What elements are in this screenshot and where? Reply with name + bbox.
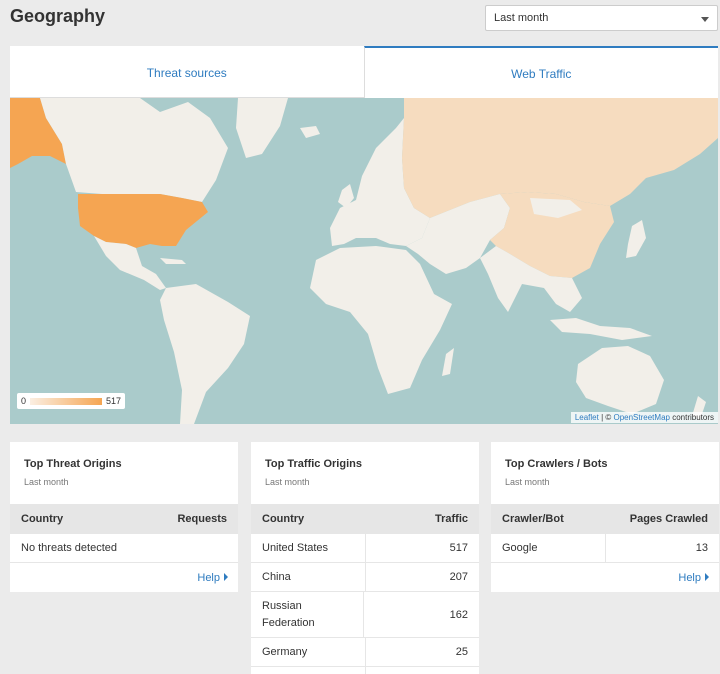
country-cell: China [251,563,366,591]
traffic-cell: 25 [455,646,468,658]
top-traffic-origins-card: Top Traffic Origins Last month Country T… [251,442,479,674]
card-title: Top Threat Origins [24,458,122,470]
pages-crawled-cell: 13 [695,542,708,554]
column-header-country[interactable]: Country [21,513,63,525]
card-subtitle: Last month [24,477,69,487]
empty-message: No threats detected [21,542,118,554]
card-title: Top Crawlers / Bots [505,458,608,470]
region-greenland [236,98,288,158]
table-row[interactable]: Germany 25 [251,638,479,667]
table-row[interactable]: China 207 [251,563,479,592]
region-indonesia [550,318,652,340]
column-header-crawler[interactable]: Crawler/Bot [502,513,564,525]
region-japan [626,220,646,258]
legend-min: 0 [21,396,27,406]
caret-right-icon [705,573,709,581]
table-row[interactable]: United States 517 [251,534,479,563]
map-tabs: Threat sources Web Traffic [10,46,718,98]
tab-threat-sources[interactable]: Threat sources [10,46,364,98]
legend-gradient-bar [30,397,102,405]
column-header-traffic[interactable]: Traffic [435,513,468,525]
region-australia [576,346,664,414]
table-header: Country Requests [10,504,238,534]
date-range-select[interactable]: Last month [485,5,718,31]
tab-web-traffic[interactable]: Web Traffic [363,46,718,98]
world-map-svg [10,98,718,424]
card-title: Top Traffic Origins [265,458,362,470]
table-row[interactable]: Russian Federation 162 [251,592,479,638]
column-header-country[interactable]: Country [262,513,304,525]
crawler-cell: Google [491,534,606,562]
attribution-separator: | © [598,413,614,422]
region-canada [40,98,228,202]
leaflet-link[interactable]: Leaflet [575,413,599,422]
table-row: No threats detected [10,534,238,563]
caret-right-icon [224,573,228,581]
map-attribution: Leaflet | © OpenStreetMap contributors [570,412,718,423]
help-link[interactable]: Help [491,563,719,592]
region-caribbean [160,258,186,264]
help-label: Help [678,572,701,584]
traffic-cell: 517 [449,542,468,554]
table-header: Crawler/Bot Pages Crawled [491,504,719,534]
help-label: Help [197,572,220,584]
traffic-cell: 162 [449,608,468,621]
world-map[interactable]: 0 517 Leaflet | © OpenStreetMap contribu… [10,98,718,424]
country-cell: Russian Federation [251,592,364,637]
top-crawlers-card: Top Crawlers / Bots Last month Crawler/B… [491,442,719,592]
country-cell: Germany [251,638,366,666]
table-row-partial [251,667,479,674]
attribution-suffix: contributors [669,413,714,422]
page-title: Geography [10,6,106,26]
map-legend: 0 517 [17,393,125,409]
table-header: Country Traffic [251,504,479,534]
top-threat-origins-card: Top Threat Origins Last month Country Re… [10,442,238,592]
column-header-pages-crawled[interactable]: Pages Crawled [630,513,708,525]
card-subtitle: Last month [265,477,310,487]
region-africa [310,246,452,394]
country-cell: United States [251,534,366,562]
openstreetmap-link[interactable]: OpenStreetMap [613,413,669,422]
chevron-down-icon [701,17,709,22]
column-header-requests[interactable]: Requests [177,513,227,525]
region-madagascar [442,348,454,376]
region-iceland [300,126,320,138]
geography-map-card: Threat sources Web Traffic 0 517 Leaflet… [10,46,718,424]
traffic-cell: 207 [449,571,468,583]
help-link[interactable]: Help [10,563,238,592]
table-row[interactable]: Google 13 [491,534,719,563]
date-range-value: Last month [494,12,549,24]
legend-max: 517 [105,396,121,406]
card-subtitle: Last month [505,477,550,487]
region-south-america [160,284,250,424]
